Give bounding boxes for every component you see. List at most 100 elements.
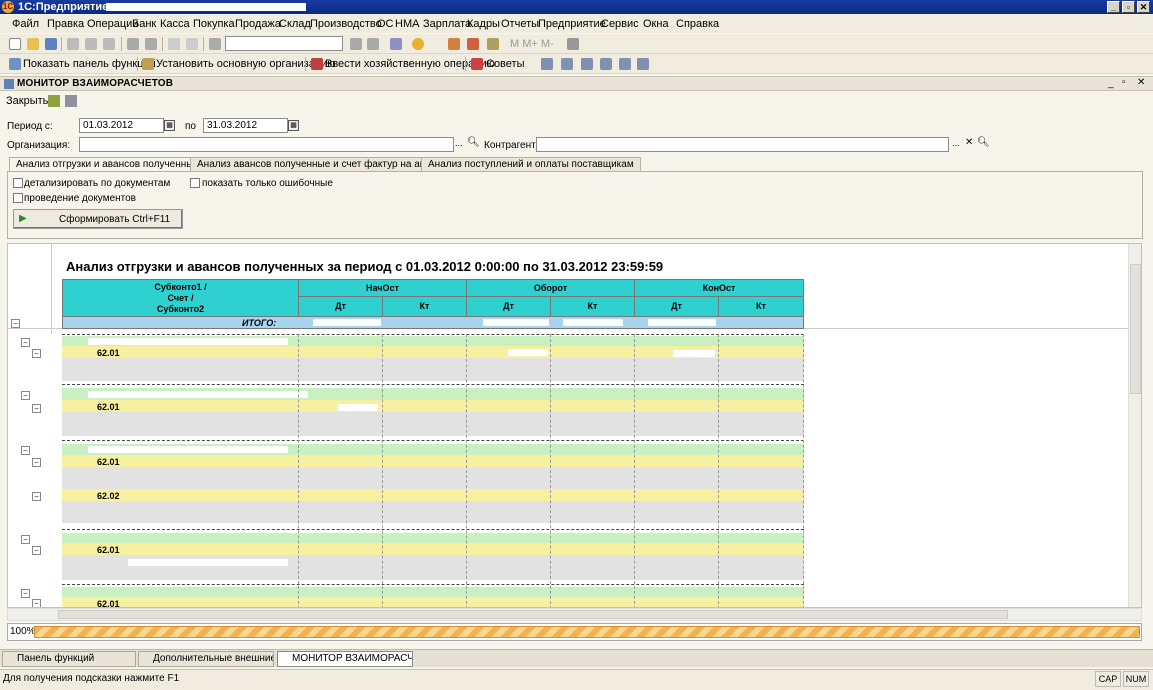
print-icon[interactable]	[127, 38, 139, 50]
collapse-icon[interactable]: −	[21, 391, 30, 400]
menu-edit[interactable]: Правка	[47, 18, 84, 30]
horizontal-scrollbar[interactable]	[7, 608, 1142, 621]
clipboard-icon[interactable]	[487, 38, 499, 50]
tools-icon[interactable]	[567, 38, 579, 50]
menu-operations[interactable]: Операции	[87, 18, 138, 30]
organization-field[interactable]	[79, 137, 454, 152]
date-from-field[interactable]: 01.03.2012	[79, 118, 164, 133]
menu-help[interactable]: Справка	[676, 18, 719, 30]
report-icon-2[interactable]	[561, 58, 573, 70]
collapse-icon[interactable]: −	[32, 458, 41, 467]
collapse-icon[interactable]: −	[32, 546, 41, 555]
enter-operation-button[interactable]: Ввести хозяйственную операцию	[325, 58, 495, 70]
report-icon-4[interactable]	[600, 58, 612, 70]
undo-icon[interactable]	[168, 38, 180, 50]
set-main-org-button[interactable]: Установить основную организацию	[156, 58, 336, 70]
menu-production[interactable]: Производство	[310, 18, 382, 30]
new-icon[interactable]	[9, 38, 21, 50]
col-subconto: Субконто1 / Счет / Субконто2	[62, 279, 299, 317]
copy-icon[interactable]	[85, 38, 97, 50]
collapse-icon[interactable]: −	[21, 589, 30, 598]
tab-shipment-advances[interactable]: Анализ отгрузки и авансов полученные	[9, 157, 207, 172]
find-prev-icon[interactable]	[367, 38, 379, 50]
posting-checkbox[interactable]	[13, 193, 23, 203]
preview-icon[interactable]	[145, 38, 157, 50]
task-external-processing[interactable]: Дополнительные внешние ...	[138, 651, 274, 667]
select-button[interactable]: ...	[455, 138, 463, 148]
scroll-thumb[interactable]	[1130, 264, 1141, 394]
collapse-icon[interactable]: −	[11, 319, 20, 328]
collapse-icon[interactable]: −	[32, 349, 41, 358]
tab-advances-invoices[interactable]: Анализ авансов полученные и счет фактур …	[190, 157, 449, 171]
calendar-icon[interactable]: ▦	[288, 120, 299, 131]
menu-file[interactable]: Файл	[12, 18, 39, 30]
form-minimize-button[interactable]: _	[1108, 78, 1114, 89]
collapse-icon[interactable]: −	[32, 404, 41, 413]
settings-icon[interactable]	[48, 95, 60, 107]
windows-icon[interactable]	[390, 38, 402, 50]
select-button[interactable]: ...	[952, 138, 960, 148]
collapse-icon[interactable]: −	[32, 492, 41, 501]
report-icon-5[interactable]	[619, 58, 631, 70]
date-to-field[interactable]: 31.03.2012	[203, 118, 288, 133]
menu-sales[interactable]: Продажа	[235, 18, 281, 30]
report-spreadsheet[interactable]: Анализ отгрузки и авансов полученных за …	[7, 243, 1142, 608]
calendar-icon[interactable]: ▦	[164, 120, 175, 131]
errors-label: показать только ошибочные	[202, 178, 333, 189]
show-functions-panel-button[interactable]: Показать панель функций	[23, 58, 156, 70]
generate-button[interactable]: ▶ Сформировать Ctrl+F11	[13, 209, 183, 229]
menu-windows[interactable]: Окна	[643, 18, 669, 30]
menu-bank[interactable]: Банк	[132, 18, 156, 30]
report-icon-3[interactable]	[581, 58, 593, 70]
close-button[interactable]: ✕	[1137, 1, 1150, 13]
collapse-icon[interactable]: −	[32, 599, 41, 607]
vertical-scrollbar[interactable]	[1128, 244, 1141, 607]
calendar-icon[interactable]	[467, 38, 479, 50]
to-label: по	[185, 121, 196, 132]
info-icon[interactable]	[412, 38, 424, 50]
menu-warehouse[interactable]: Склад	[279, 18, 311, 30]
menu-purchase[interactable]: Покупка	[193, 18, 235, 30]
search-icon[interactable]: 🔍︎	[977, 137, 990, 148]
errors-checkbox[interactable]	[190, 178, 200, 188]
report-icon-6[interactable]	[637, 58, 649, 70]
calculator-icon[interactable]	[448, 38, 460, 50]
tips-button[interactable]: Советы	[486, 58, 524, 70]
form-restore-button[interactable]: ▫	[1122, 77, 1126, 88]
open-icon[interactable]	[27, 38, 39, 50]
menu-salary[interactable]: Зарплата	[423, 18, 471, 30]
menu-reports[interactable]: Отчеты	[501, 18, 539, 30]
cut-icon[interactable]	[67, 38, 79, 50]
task-functions-panel[interactable]: Панель функций	[2, 651, 136, 667]
collapse-icon[interactable]: −	[21, 338, 30, 347]
menu-fixed-assets[interactable]: ОС	[377, 18, 394, 30]
help-icon[interactable]	[65, 95, 77, 107]
paste-icon[interactable]	[103, 38, 115, 50]
find-next-icon[interactable]	[350, 38, 362, 50]
maximize-button[interactable]: ▫	[1122, 1, 1135, 13]
search-icon[interactable]	[209, 38, 221, 50]
menu-service[interactable]: Сервис	[601, 18, 639, 30]
account-row	[62, 400, 804, 412]
report-icon-1[interactable]	[541, 58, 553, 70]
clear-icon[interactable]: ✕	[965, 137, 973, 148]
form-close-button[interactable]: ✕	[1137, 77, 1145, 88]
menu-cash[interactable]: Касса	[160, 18, 190, 30]
menu-hr[interactable]: Кадры	[467, 18, 500, 30]
menu-enterprise[interactable]: Предприятие	[538, 18, 606, 30]
detail-checkbox[interactable]	[13, 178, 23, 188]
save-icon[interactable]	[45, 38, 57, 50]
redo-icon[interactable]	[186, 38, 198, 50]
minimize-button[interactable]: _	[1107, 1, 1120, 13]
counterparty-field[interactable]	[536, 137, 949, 152]
collapse-icon[interactable]: −	[21, 446, 30, 455]
tab-receipts-payments[interactable]: Анализ поступлений и оплаты поставщикам	[421, 157, 641, 171]
menu-intangibles[interactable]: НМА	[395, 18, 419, 30]
scroll-thumb[interactable]	[58, 610, 1008, 619]
search-icon[interactable]: 🔍︎	[467, 137, 480, 148]
memory-buttons[interactable]: M M+ M-	[510, 38, 554, 50]
collapse-icon[interactable]: −	[21, 535, 30, 544]
search-combo[interactable]	[225, 36, 343, 51]
task-monitor[interactable]: МОНИТОР ВЗАИМОРАСЧЕ...	[277, 651, 413, 667]
close-form-button[interactable]: Закрыть	[6, 95, 48, 107]
